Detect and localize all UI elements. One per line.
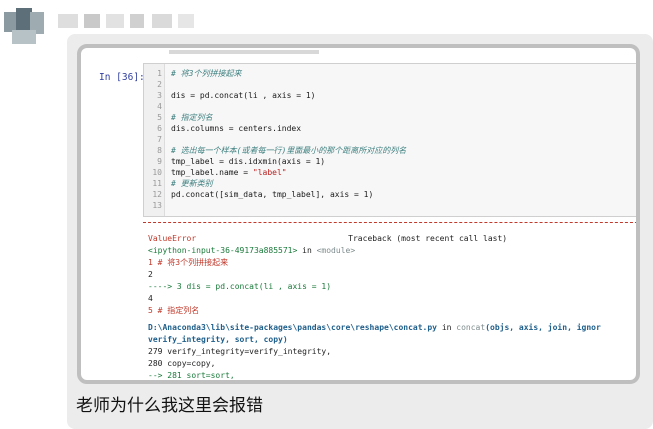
code-text: tmp_label.name = "label" [171,168,287,177]
line-number: 12 [152,190,162,199]
traceback-header: ValueError Traceback (most recent call la… [148,233,507,245]
code-line[interactable]: 3 dis = pd.concat(li , axis = 1) [144,90,316,101]
traceback-context-line: 280 copy=copy, [148,359,216,368]
traceback-file-line: D:\Anaconda3\lib\site-packages\pandas\co… [148,323,601,332]
line-number: 9 [157,157,162,166]
line-number: 3 [157,91,162,100]
line-number: 8 [157,146,162,155]
attached-screenshot[interactable]: In [36]: 1 # 将3个列拼接起来 2 3 dis = pd.concat(li… [77,44,640,384]
traceback-context-line: 1 # 将3个列拼接起来 [148,258,229,267]
line-number: 7 [157,135,162,144]
code-cell-input[interactable]: 1 # 将3个列拼接起来 2 3 dis = pd.concat(li , axis =… [143,63,636,217]
traceback-input-ref: <ipython-input-36-49173a885571> in <modu… [148,246,356,255]
line-number: 1 [157,69,162,78]
code-text: # 选出每一个样本(或者每一行)里面最小的那个距离所对应的列名 [171,146,407,155]
message-text: 老师为什么我这里会报错 [76,396,263,416]
line-number: 4 [157,102,162,111]
line-number: 5 [157,113,162,122]
traceback-context-line: 2 [148,270,153,279]
code-line[interactable]: 9 tmp_label = dis.idxmin(axis = 1) [144,156,325,167]
avatar[interactable] [2,4,46,48]
username-blur [58,14,198,28]
traceback-context-line: 4 [148,294,153,303]
code-line[interactable]: 11 # 更新类别 [144,178,213,189]
traceback-signature-cont: verify_integrity, sort, copy) [148,335,288,344]
line-number: 2 [157,80,162,89]
code-text: pd.concat([sim_data, tmp_label], axis = … [171,190,374,199]
cropped-text-line [169,50,319,54]
code-text: dis = pd.concat(li , axis = 1) [171,91,316,100]
line-number: 10 [152,168,162,177]
code-line[interactable]: 10 tmp_label.name = "label" [144,167,287,178]
code-line[interactable]: 1 # 将3个列拼接起来 [144,68,241,79]
code-text: tmp_label = dis.idxmin(axis = 1) [171,157,326,166]
cell-prompt: In [36]: [99,72,145,83]
traceback-title: Traceback (most recent call last) [348,234,508,243]
code-text: dis.columns = centers.index [171,124,302,133]
traceback-context-line: 279 verify_integrity=verify_integrity, [148,347,332,356]
line-number: 13 [152,201,162,210]
code-line[interactable]: 4 [144,101,171,112]
code-text: # 指定列名 [171,113,213,122]
code-text: # 更新类别 [171,179,213,188]
line-number: 6 [157,124,162,133]
code-text: # 将3个列拼接起来 [171,69,242,78]
traceback-context-line: ----> 3 dis = pd.concat(li , axis = 1) [148,282,332,291]
code-line[interactable]: 6 dis.columns = centers.index [144,123,301,134]
traceback-separator [143,222,636,223]
traceback-context-line: 5 # 指定列名 [148,306,200,315]
code-line[interactable]: 8 # 选出每一个样本(或者每一行)里面最小的那个距离所对应的列名 [144,145,406,156]
code-line[interactable]: 5 # 指定列名 [144,112,213,123]
line-number: 11 [152,179,162,188]
code-line[interactable]: 2 [144,79,171,90]
error-name: ValueError [148,234,197,243]
code-line[interactable]: 12 pd.concat([sim_data, tmp_label], axis … [144,189,373,200]
traceback-context-line: --> 281 sort=sort, [148,371,235,380]
code-line[interactable]: 13 [144,200,171,211]
code-line[interactable]: 7 [144,134,171,145]
